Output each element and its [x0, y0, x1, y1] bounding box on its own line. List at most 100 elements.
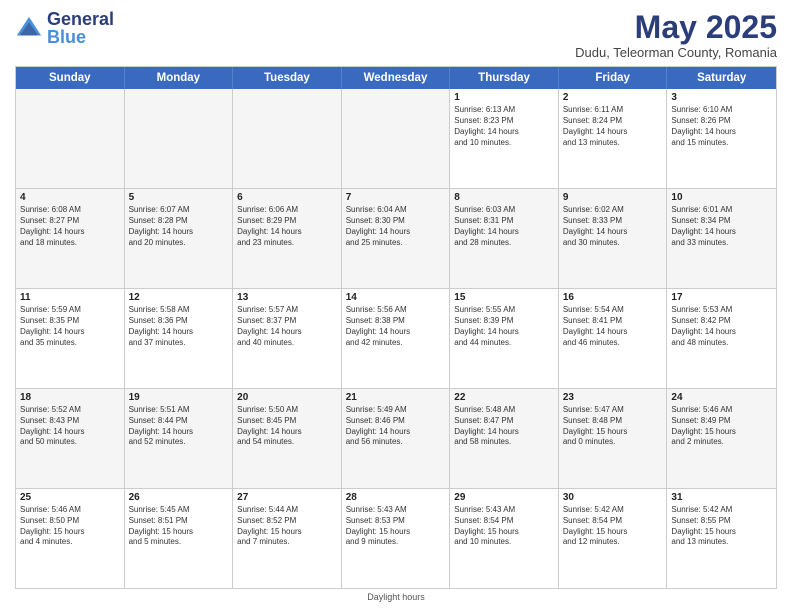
day-number: 14 — [346, 292, 446, 303]
day-number: 10 — [671, 192, 772, 203]
logo-text: General Blue — [47, 10, 114, 48]
day-number: 11 — [20, 292, 120, 303]
day-cell-20: 20Sunrise: 5:50 AM Sunset: 8:45 PM Dayli… — [233, 389, 342, 488]
empty-cell — [342, 89, 451, 188]
day-cell-16: 16Sunrise: 5:54 AM Sunset: 8:41 PM Dayli… — [559, 289, 668, 388]
day-details: Sunrise: 6:02 AM Sunset: 8:33 PM Dayligh… — [563, 205, 663, 248]
day-details: Sunrise: 5:55 AM Sunset: 8:39 PM Dayligh… — [454, 305, 554, 348]
day-cell-5: 5Sunrise: 6:07 AM Sunset: 8:28 PM Daylig… — [125, 189, 234, 288]
empty-cell — [125, 89, 234, 188]
calendar-header: SundayMondayTuesdayWednesdayThursdayFrid… — [16, 67, 776, 89]
day-number: 18 — [20, 392, 120, 403]
day-details: Sunrise: 5:46 AM Sunset: 8:49 PM Dayligh… — [671, 405, 772, 448]
day-number: 4 — [20, 192, 120, 203]
day-cell-11: 11 Sunrise: 5:59 AM Sunset: 8:35 PM Dayli… — [16, 289, 125, 388]
footer-note: Daylight hours — [15, 592, 777, 602]
day-number: 29 — [454, 492, 554, 503]
day-details: Sunrise: 5:58 AM Sunset: 8:36 PM Dayligh… — [129, 305, 229, 348]
day-cell-14: 14 Sunrise: 5:56 AM Sunset: 8:38 PM Dayli… — [342, 289, 451, 388]
day-details: Sunrise: 5:50 AM Sunset: 8:45 PM Dayligh… — [237, 405, 337, 448]
day-details: Sunrise: 6:03 AM Sunset: 8:31 PM Dayligh… — [454, 205, 554, 248]
calendar-row-3: 18Sunrise: 5:52 AM Sunset: 8:43 PM Dayli… — [16, 389, 776, 489]
empty-cell — [16, 89, 125, 188]
header-day-tuesday: Tuesday — [233, 67, 342, 89]
day-number: 1 — [454, 92, 554, 103]
day-number: 13 — [237, 292, 337, 303]
day-number: 3 — [671, 92, 772, 103]
day-details: Sunrise: 5:42 AM Sunset: 8:55 PM Dayligh… — [671, 505, 772, 548]
logo-icon — [15, 15, 43, 43]
day-number: 12 — [129, 292, 229, 303]
day-details: Sunrise: 5:53 AM Sunset: 8:42 PM Dayligh… — [671, 305, 772, 348]
header-day-thursday: Thursday — [450, 67, 559, 89]
day-cell-29: 29Sunrise: 5:43 AM Sunset: 8:54 PM Dayli… — [450, 489, 559, 588]
day-number: 9 — [563, 192, 663, 203]
day-cell-30: 30 Sunrise: 5:42 AM Sunset: 8:54 PM Dayli… — [559, 489, 668, 588]
logo: General Blue — [15, 10, 114, 48]
day-details: Sunrise: 5:45 AM Sunset: 8:51 PM Dayligh… — [129, 505, 229, 548]
day-cell-13: 13Sunrise: 5:57 AM Sunset: 8:37 PM Dayli… — [233, 289, 342, 388]
day-cell-10: 10 Sunrise: 6:01 AM Sunset: 8:34 PM Dayli… — [667, 189, 776, 288]
day-number: 28 — [346, 492, 446, 503]
day-details: Sunrise: 6:06 AM Sunset: 8:29 PM Dayligh… — [237, 205, 337, 248]
day-number: 26 — [129, 492, 229, 503]
day-details: Sunrise: 6:08 AM Sunset: 8:27 PM Dayligh… — [20, 205, 120, 248]
day-number: 8 — [454, 192, 554, 203]
day-cell-3: 3Sunrise: 6:10 AM Sunset: 8:26 PM Daylig… — [667, 89, 776, 188]
day-number: 30 — [563, 492, 663, 503]
page: General Blue May 2025 Dudu, Teleorman Co… — [0, 0, 792, 612]
day-details: Sunrise: 5:44 AM Sunset: 8:52 PM Dayligh… — [237, 505, 337, 548]
day-details: Sunrise: 5:43 AM Sunset: 8:53 PM Dayligh… — [346, 505, 446, 548]
day-cell-15: 15 Sunrise: 5:55 AM Sunset: 8:39 PM Dayli… — [450, 289, 559, 388]
day-details: Sunrise: 5:42 AM Sunset: 8:54 PM Dayligh… — [563, 505, 663, 548]
day-details: Sunrise: 6:13 AM Sunset: 8:23 PM Dayligh… — [454, 105, 554, 148]
day-cell-9: 9 Sunrise: 6:02 AM Sunset: 8:33 PM Daylig… — [559, 189, 668, 288]
day-cell-26: 26 Sunrise: 5:45 AM Sunset: 8:51 PM Dayli… — [125, 489, 234, 588]
day-details: Sunrise: 5:51 AM Sunset: 8:44 PM Dayligh… — [129, 405, 229, 448]
subtitle: Dudu, Teleorman County, Romania — [575, 45, 777, 60]
day-cell-23: 23Sunrise: 5:47 AM Sunset: 8:48 PM Dayli… — [559, 389, 668, 488]
day-cell-27: 27Sunrise: 5:44 AM Sunset: 8:52 PM Dayli… — [233, 489, 342, 588]
day-details: Sunrise: 5:48 AM Sunset: 8:47 PM Dayligh… — [454, 405, 554, 448]
day-cell-19: 19 Sunrise: 5:51 AM Sunset: 8:44 PM Dayli… — [125, 389, 234, 488]
day-cell-17: 17 Sunrise: 5:53 AM Sunset: 8:42 PM Dayli… — [667, 289, 776, 388]
day-cell-12: 12 Sunrise: 5:58 AM Sunset: 8:36 PM Dayli… — [125, 289, 234, 388]
day-cell-22: 22 Sunrise: 5:48 AM Sunset: 8:47 PM Dayli… — [450, 389, 559, 488]
day-cell-21: 21Sunrise: 5:49 AM Sunset: 8:46 PM Dayli… — [342, 389, 451, 488]
header-day-friday: Friday — [559, 67, 668, 89]
calendar-row-4: 25Sunrise: 5:46 AM Sunset: 8:50 PM Dayli… — [16, 489, 776, 588]
day-details: Sunrise: 6:11 AM Sunset: 8:24 PM Dayligh… — [563, 105, 663, 148]
day-number: 24 — [671, 392, 772, 403]
day-cell-6: 6Sunrise: 6:06 AM Sunset: 8:29 PM Daylig… — [233, 189, 342, 288]
empty-cell — [233, 89, 342, 188]
header-day-wednesday: Wednesday — [342, 67, 451, 89]
day-number: 25 — [20, 492, 120, 503]
calendar-row-2: 11 Sunrise: 5:59 AM Sunset: 8:35 PM Dayli… — [16, 289, 776, 389]
day-number: 19 — [129, 392, 229, 403]
day-details: Sunrise: 5:59 AM Sunset: 8:35 PM Dayligh… — [20, 305, 120, 348]
day-number: 23 — [563, 392, 663, 403]
calendar-row-0: 1 Sunrise: 6:13 AM Sunset: 8:23 PM Daylig… — [16, 89, 776, 189]
day-cell-18: 18Sunrise: 5:52 AM Sunset: 8:43 PM Dayli… — [16, 389, 125, 488]
day-number: 15 — [454, 292, 554, 303]
day-details: Sunrise: 6:07 AM Sunset: 8:28 PM Dayligh… — [129, 205, 229, 248]
day-number: 21 — [346, 392, 446, 403]
day-number: 22 — [454, 392, 554, 403]
main-title: May 2025 — [575, 10, 777, 45]
calendar-body: 1 Sunrise: 6:13 AM Sunset: 8:23 PM Daylig… — [16, 89, 776, 588]
day-details: Sunrise: 5:54 AM Sunset: 8:41 PM Dayligh… — [563, 305, 663, 348]
day-details: Sunrise: 5:56 AM Sunset: 8:38 PM Dayligh… — [346, 305, 446, 348]
logo-line2: Blue — [47, 28, 114, 48]
day-cell-31: 31Sunrise: 5:42 AM Sunset: 8:55 PM Dayli… — [667, 489, 776, 588]
title-block: May 2025 Dudu, Teleorman County, Romania — [575, 10, 777, 60]
day-cell-1: 1 Sunrise: 6:13 AM Sunset: 8:23 PM Daylig… — [450, 89, 559, 188]
header-day-saturday: Saturday — [667, 67, 776, 89]
day-cell-4: 4 Sunrise: 6:08 AM Sunset: 8:27 PM Daylig… — [16, 189, 125, 288]
header: General Blue May 2025 Dudu, Teleorman Co… — [15, 10, 777, 60]
day-details: Sunrise: 6:01 AM Sunset: 8:34 PM Dayligh… — [671, 205, 772, 248]
day-number: 17 — [671, 292, 772, 303]
day-cell-8: 8 Sunrise: 6:03 AM Sunset: 8:31 PM Daylig… — [450, 189, 559, 288]
day-cell-2: 2Sunrise: 6:11 AM Sunset: 8:24 PM Daylig… — [559, 89, 668, 188]
day-cell-25: 25Sunrise: 5:46 AM Sunset: 8:50 PM Dayli… — [16, 489, 125, 588]
calendar-row-1: 4 Sunrise: 6:08 AM Sunset: 8:27 PM Daylig… — [16, 189, 776, 289]
